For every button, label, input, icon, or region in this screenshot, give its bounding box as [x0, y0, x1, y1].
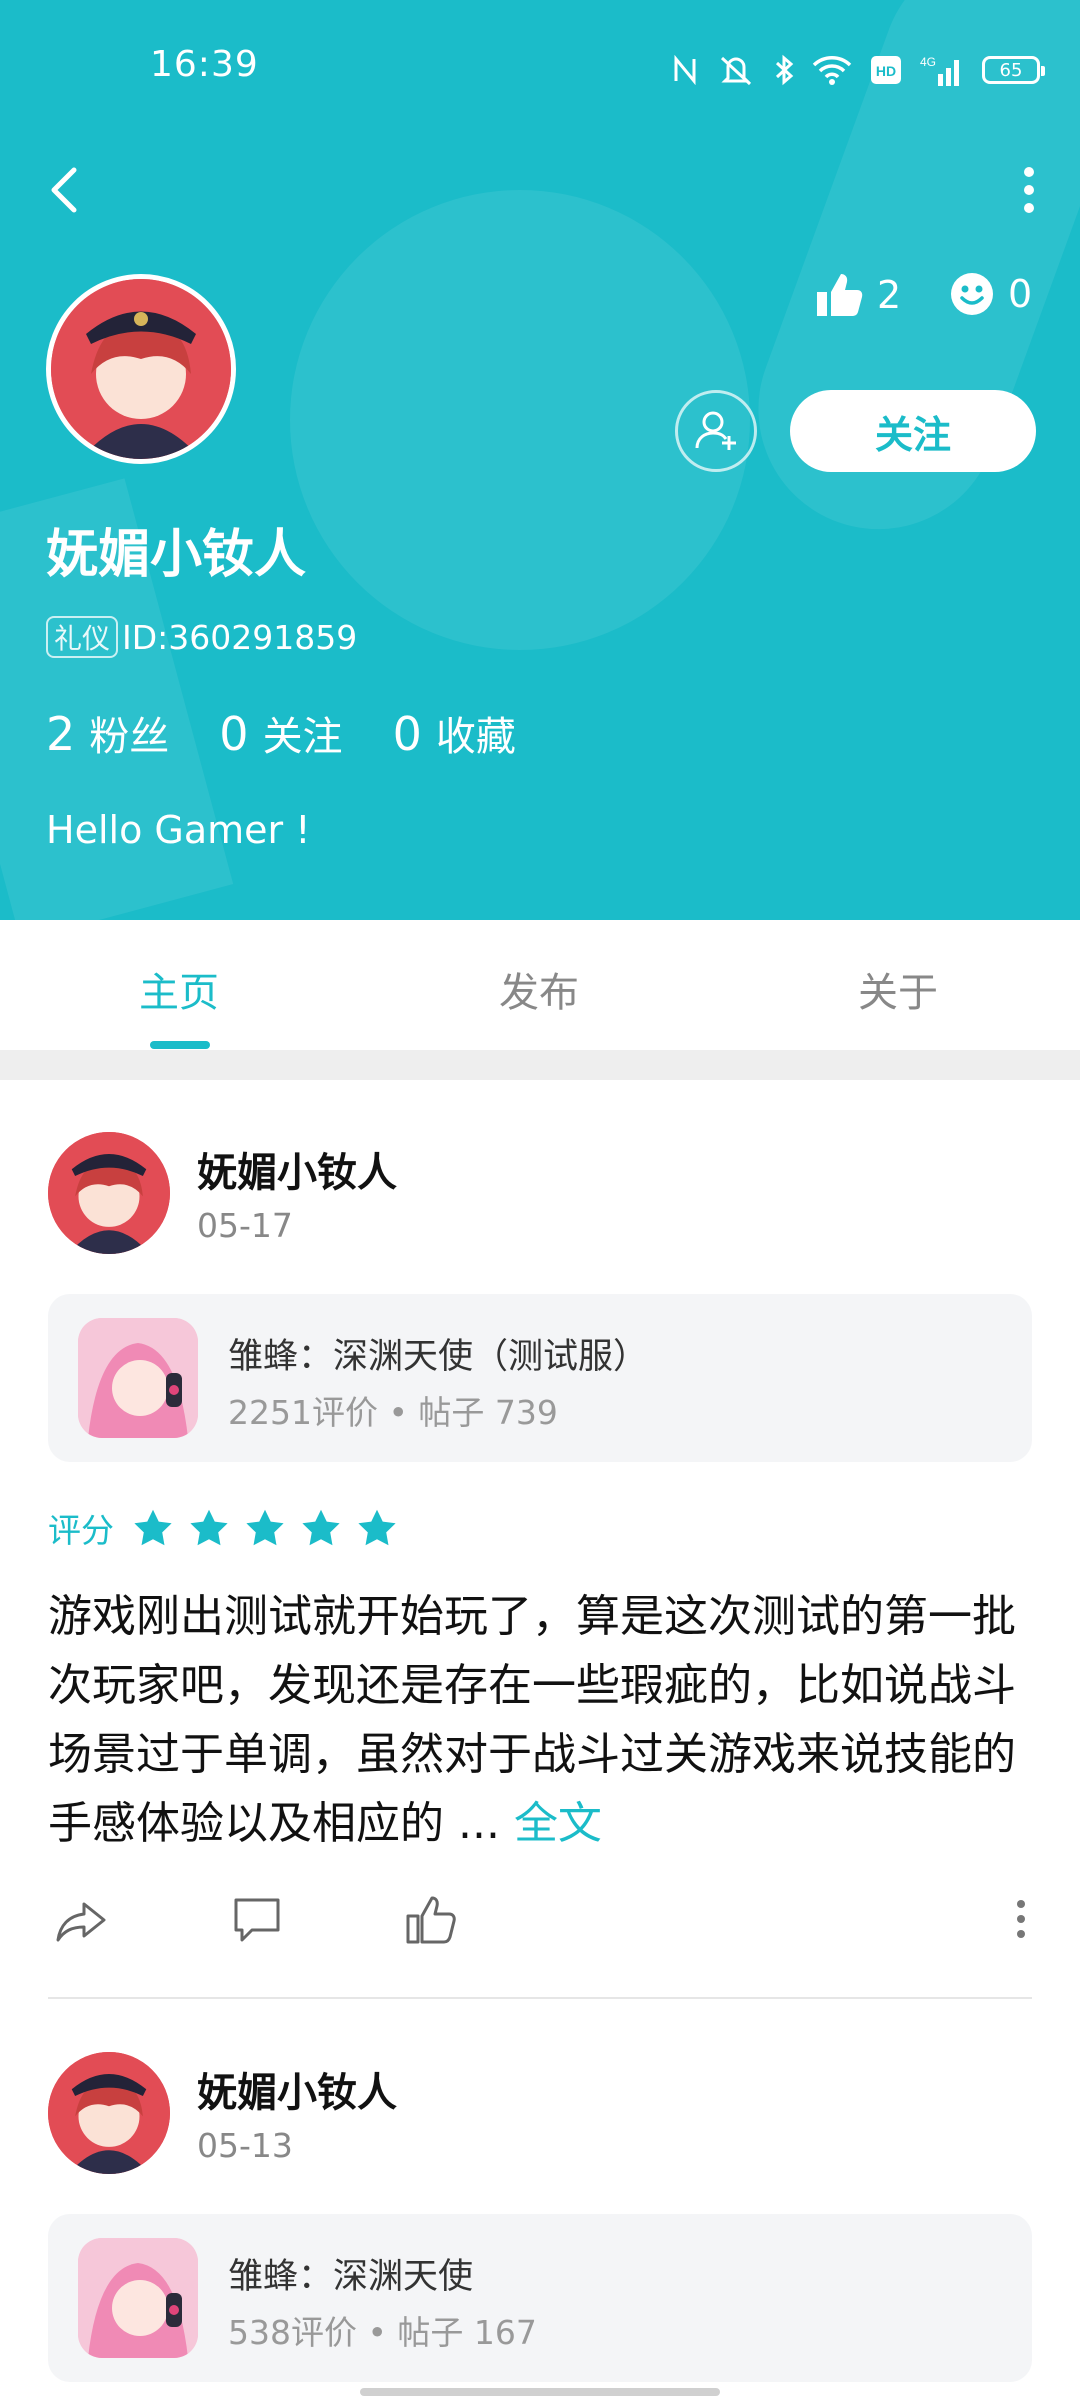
- post-text[interactable]: 游戏刚出测试就开始玩了，算是这次测试的第一批次玩家吧，发现还是存在一些瑕疵的，比…: [48, 1582, 1032, 1858]
- rating-label: 评分: [48, 1511, 114, 1550]
- game-meta: 2251评价 • 帖子 739: [228, 1393, 558, 1432]
- post-more-icon[interactable]: [1014, 1892, 1028, 1946]
- thumbs-up-icon: [817, 274, 863, 316]
- avatar-image: [48, 1132, 170, 1254]
- star-icon: [246, 1509, 284, 1546]
- mute-icon: [720, 56, 752, 86]
- game-meta: 538评价 • 帖子 167: [228, 2313, 537, 2352]
- status-icons: HD 4G 65: [672, 48, 1045, 92]
- tab-posts[interactable]: 发布: [499, 960, 579, 1018]
- active-tab-indicator: [150, 1041, 210, 1049]
- favorites-label[interactable]: 收藏: [436, 704, 516, 762]
- star-icon: [134, 1509, 172, 1546]
- star-icon: [358, 1509, 396, 1546]
- add-user-icon: [695, 411, 736, 450]
- star-icon: [190, 1509, 228, 1546]
- status-time: 16:39: [150, 44, 259, 85]
- hd-icon: HD: [871, 56, 901, 84]
- post-separator: [48, 1997, 1032, 1999]
- game-card[interactable]: 雏蜂：深渊天使 538评价 • 帖子 167: [48, 2214, 1032, 2382]
- smiley-icon: [951, 273, 993, 315]
- profile-header: 16:39 HD 4G 65 2 0 关注 妩媚小钕人 礼仪 ID:360291…: [0, 0, 1080, 920]
- game-card[interactable]: 雏蜂：深渊天使（测试服） 2251评价 • 帖子 739: [48, 1294, 1032, 1462]
- like-icon[interactable]: [404, 1892, 458, 1946]
- likes-count: 2: [877, 273, 902, 317]
- profile-stats: 2 粉丝 0 关注 0 收藏: [46, 704, 566, 762]
- follow-button[interactable]: 关注: [790, 390, 1036, 472]
- game-icon: [78, 1318, 198, 1438]
- battery-indicator: 65: [982, 56, 1045, 84]
- followers-label[interactable]: 粉丝: [89, 704, 169, 762]
- tab-home[interactable]: 主页: [139, 960, 219, 1018]
- profile-bio: Hello Gamer !: [46, 808, 311, 852]
- likes-counter[interactable]: 2: [815, 272, 901, 318]
- bluetooth-icon: [775, 54, 794, 86]
- svg-text:4G: 4G: [920, 55, 936, 69]
- post-author-name[interactable]: 妩媚小钕人: [197, 2060, 397, 2118]
- profile-id-row: 礼仪 ID:360291859: [46, 616, 357, 658]
- section-divider: [0, 1050, 1080, 1080]
- signal-icon: 4G: [920, 55, 959, 86]
- game-icon: [78, 2238, 198, 2358]
- read-more-link[interactable]: 全文: [514, 1798, 602, 1849]
- post-date: 05-17: [197, 1206, 293, 1245]
- profile-avatar[interactable]: [46, 274, 236, 464]
- post-date: 05-13: [197, 2126, 293, 2165]
- followers-count[interactable]: 2: [46, 707, 75, 761]
- profile-username: 妩媚小钕人: [46, 525, 307, 585]
- post-actions: [48, 1892, 1032, 1962]
- favorites-count[interactable]: 0: [393, 707, 422, 761]
- post-author-avatar[interactable]: [48, 1132, 170, 1254]
- more-options-button[interactable]: [1014, 160, 1044, 220]
- wifi-icon: [812, 56, 852, 85]
- add-friend-button[interactable]: [675, 390, 757, 472]
- game-title: 雏蜂：深渊天使（测试服）: [228, 1337, 649, 1377]
- smiles-counter[interactable]: 0: [950, 272, 1032, 316]
- comment-icon[interactable]: [230, 1892, 284, 1946]
- rating-row: 评分: [48, 1504, 412, 1552]
- svg-text:HD: HD: [876, 63, 896, 79]
- post-author-avatar[interactable]: [48, 2052, 170, 2174]
- nfc-icon: [674, 55, 696, 85]
- avatar-image: [48, 2052, 170, 2174]
- share-icon[interactable]: [54, 1892, 110, 1948]
- post-author-name[interactable]: 妩媚小钕人: [197, 1140, 397, 1198]
- profile-tabs: 主页 发布 关于: [0, 920, 1080, 1050]
- game-title: 雏蜂：深渊天使: [228, 2257, 474, 2297]
- etiquette-badge: 礼仪: [46, 616, 119, 658]
- smiles-count: 0: [1008, 272, 1033, 316]
- avatar-image: [51, 279, 231, 459]
- following-label[interactable]: 关注: [263, 704, 343, 762]
- back-button[interactable]: [44, 160, 84, 220]
- profile-id: ID:360291859: [122, 617, 358, 657]
- following-count[interactable]: 0: [219, 707, 248, 761]
- home-indicator[interactable]: [360, 2388, 720, 2396]
- tab-about[interactable]: 关于: [858, 960, 938, 1018]
- star-icon: [302, 1509, 340, 1546]
- status-bar: 16:39 HD 4G 65: [0, 38, 1080, 98]
